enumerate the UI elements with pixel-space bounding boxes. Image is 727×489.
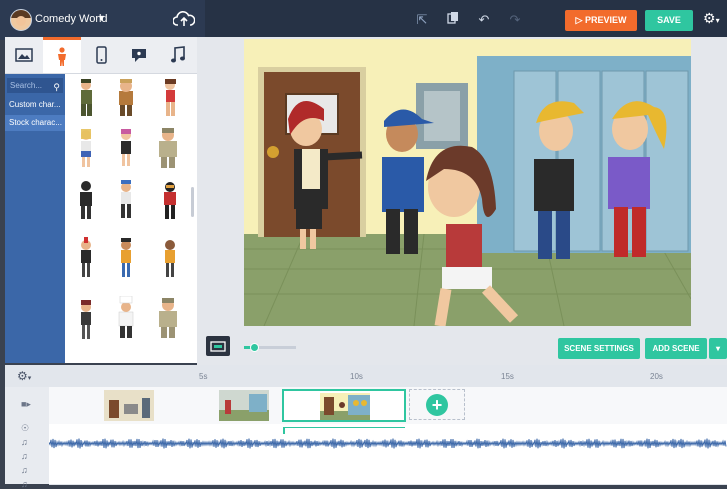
voice-track [49, 424, 727, 438]
scene-canvas[interactable] [244, 39, 691, 326]
add-scene-dropdown[interactable]: ▾ [709, 338, 727, 359]
add-scene-slot[interactable]: + [409, 389, 465, 420]
video-camera-icon: ■▸ [21, 399, 31, 409]
character-thumbnail[interactable] [71, 126, 101, 174]
tick-label: 20s [650, 372, 663, 381]
category-sidebar: Search... ⚲ Custom char... Stock charac.… [5, 74, 65, 363]
character-thumbnail[interactable] [71, 76, 101, 124]
character-icon [58, 46, 66, 66]
top-bar: Comedy World ▼ ⇱ ↶ ↷ ▷ PREVIEW SAVE ⚙▾ [0, 0, 727, 40]
tab-props[interactable] [82, 37, 120, 73]
library-scrollbar[interactable] [191, 187, 194, 217]
speech-icon [132, 49, 146, 62]
image-icon [15, 48, 33, 62]
music-icon: ♫ [21, 451, 28, 461]
music-icon: ♫ [21, 437, 28, 447]
save-button[interactable]: SAVE [645, 10, 693, 31]
timeline: ⚙▾ 5s 10s 15s 20s ■▸ ☉ ♫ ♫ ♫ ♫ + [5, 365, 727, 489]
timeline-track-headers: ■▸ ☉ ♫ ♫ ♫ ♫ [5, 387, 50, 489]
scene-clip-selected[interactable] [282, 389, 406, 422]
search-placeholder: Search... [10, 81, 43, 90]
project-header: Comedy World ▼ [0, 0, 205, 40]
search-input[interactable]: Search... ⚲ [7, 78, 63, 93]
preview-label: PREVIEW [584, 15, 627, 25]
plus-icon[interactable]: + [426, 394, 448, 416]
camera-frame-icon [210, 341, 226, 352]
scene-illustration [244, 39, 691, 326]
character-thumbnail[interactable] [111, 236, 141, 284]
character-thumbnail[interactable] [111, 76, 141, 124]
scene-settings-button[interactable]: SCENE SETTINGS [558, 338, 640, 359]
timeline-settings-gear-icon[interactable]: ⚙▾ [17, 369, 31, 383]
tab-text[interactable] [120, 37, 158, 73]
zoom-slider[interactable] [244, 343, 296, 352]
duplicate-icon[interactable] [441, 8, 465, 32]
character-grid [65, 74, 197, 363]
music-track [48, 437, 727, 451]
camera-toggle-button[interactable] [206, 336, 230, 356]
character-thumbnail[interactable] [155, 236, 185, 284]
tick-label: 10s [350, 372, 363, 381]
character-thumbnail[interactable] [155, 178, 185, 226]
character-thumbnail[interactable] [155, 76, 185, 124]
character-thumbnail[interactable] [71, 236, 101, 284]
music-icon [171, 46, 185, 63]
tab-backgrounds[interactable] [5, 37, 43, 73]
play-circle-icon: ▷ [575, 15, 583, 25]
avatar[interactable] [10, 9, 32, 31]
scene-clip[interactable] [104, 390, 154, 421]
audio-waveform[interactable] [48, 437, 727, 450]
voice-clip[interactable] [283, 427, 405, 434]
undo-icon[interactable]: ↶ [472, 8, 496, 32]
tick-label: 5s [199, 372, 208, 381]
character-thumbnail[interactable] [111, 296, 141, 344]
audio-track [49, 463, 727, 477]
tab-characters[interactable] [43, 37, 81, 73]
category-stock-characters[interactable]: Stock charac... [5, 115, 65, 131]
phone-icon [95, 46, 107, 64]
redo-icon[interactable]: ↷ [503, 8, 527, 32]
chevron-down-icon[interactable]: ▼ [97, 13, 106, 23]
settings-gear-icon[interactable]: ⚙▾ [703, 10, 720, 27]
tick-label: 15s [501, 372, 514, 381]
library-tabs [5, 37, 197, 74]
select-icon[interactable]: ⇱ [410, 8, 434, 32]
character-thumbnail[interactable] [71, 298, 101, 346]
tab-audio[interactable] [159, 37, 197, 73]
audio-track [49, 450, 727, 464]
add-scene-button[interactable]: ADD SCENE [645, 338, 707, 359]
preview-button[interactable]: ▷ PREVIEW [565, 10, 637, 31]
scene-track [49, 387, 727, 425]
character-thumbnail[interactable] [111, 178, 141, 226]
character-thumbnail[interactable] [153, 296, 183, 344]
character-thumbnail[interactable] [153, 126, 183, 174]
music-icon: ♫ [21, 465, 28, 475]
character-thumbnail[interactable] [71, 178, 101, 226]
scene-clip[interactable] [219, 390, 269, 421]
asset-library: Search... ⚲ Custom char... Stock charac.… [5, 37, 197, 363]
cloud-upload-icon[interactable] [173, 10, 195, 28]
microphone-icon: ☉ [21, 423, 30, 433]
timeline-ruler: ⚙▾ 5s 10s 15s 20s [5, 365, 727, 388]
music-icon: ♫ [21, 479, 28, 489]
character-thumbnail[interactable] [111, 126, 141, 174]
search-icon: ⚲ [53, 82, 60, 92]
chevron-down-icon: ▾ [715, 344, 720, 353]
category-custom-characters[interactable]: Custom char... [5, 97, 65, 113]
